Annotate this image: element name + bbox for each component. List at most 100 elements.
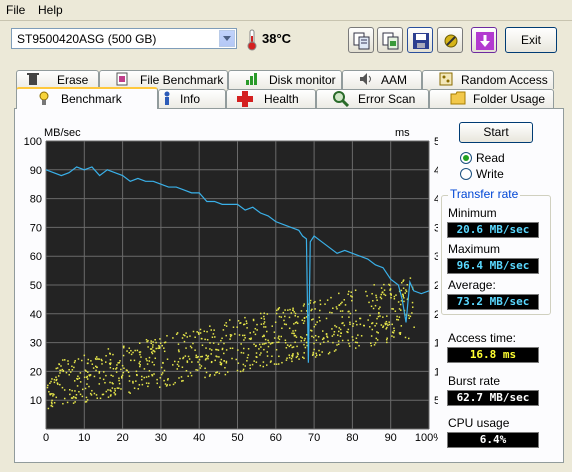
access-time-point <box>210 361 213 364</box>
access-time-point <box>180 376 183 378</box>
access-time-point <box>172 383 175 386</box>
tab-benchmark[interactable]: Benchmark <box>16 87 158 109</box>
read-radio-label: Read <box>476 151 505 165</box>
download-button[interactable] <box>471 27 497 53</box>
tab-health[interactable]: Health <box>226 89 316 108</box>
access-time-point <box>127 371 130 373</box>
access-time-point <box>181 380 183 382</box>
tab-info[interactable]: Info <box>158 89 226 108</box>
access-time-point <box>286 357 288 359</box>
access-time-point <box>103 371 105 373</box>
access-time-point <box>310 309 312 312</box>
access-time-point <box>336 308 338 310</box>
access-time-point <box>185 332 187 334</box>
access-time-point <box>260 323 263 325</box>
access-time-point <box>201 344 204 346</box>
access-time-point <box>370 335 373 337</box>
access-time-point <box>368 326 371 328</box>
access-time-point <box>282 311 285 314</box>
access-time-point <box>411 301 414 304</box>
access-time-point <box>243 339 245 341</box>
access-time-point <box>244 337 246 339</box>
y-tick-label-right: 25 <box>434 280 438 292</box>
access-time-point <box>319 320 321 322</box>
access-time-point <box>262 361 265 363</box>
access-time-point <box>339 328 342 331</box>
write-radio[interactable] <box>460 168 472 180</box>
y-tick-label-right: 40 <box>434 194 438 206</box>
exit-button[interactable]: Exit <box>505 27 557 53</box>
access-time-point <box>178 377 180 379</box>
access-time-point <box>284 309 286 311</box>
access-time-point <box>231 357 233 360</box>
access-time-point <box>338 327 341 329</box>
tab-info-label: Info <box>180 92 201 106</box>
access-time-point <box>61 368 64 371</box>
options-button[interactable] <box>437 27 463 53</box>
burst-rate-label: Burst rate <box>448 374 501 388</box>
access-time-point <box>112 353 114 356</box>
chevron-down-icon[interactable] <box>219 30 235 47</box>
folder-icon <box>450 91 466 105</box>
access-time-point <box>349 312 352 315</box>
access-time-point <box>259 354 261 356</box>
y-tick-label-right: 15 <box>434 338 438 350</box>
access-time-point <box>114 388 116 390</box>
access-time-point <box>210 329 212 331</box>
access-time-point <box>246 360 248 362</box>
access-time-point <box>380 293 383 296</box>
access-time-point <box>176 332 179 334</box>
access-time-point <box>393 327 395 330</box>
access-time-point <box>86 399 89 401</box>
x-tick-label: 20 <box>116 432 128 444</box>
access-time-point <box>109 389 111 391</box>
save-button[interactable] <box>407 27 433 53</box>
tab-folder-usage[interactable]: Folder Usage <box>429 89 554 108</box>
access-time-point <box>221 337 223 340</box>
tab-error-scan[interactable]: Error Scan <box>316 89 429 108</box>
access-time-point <box>281 361 283 364</box>
access-time-point <box>403 297 405 299</box>
access-time-point <box>195 354 198 357</box>
y-tick-label-left: 70 <box>30 222 42 234</box>
access-time-point <box>399 333 401 335</box>
access-time-point <box>297 353 299 356</box>
tab-disk-monitor[interactable]: Disk monitor <box>228 70 342 89</box>
access-time-point <box>369 342 372 344</box>
access-time-point <box>53 401 56 404</box>
read-radio[interactable] <box>460 152 472 164</box>
y-axis-label-right: ms <box>395 127 410 139</box>
access-time-point <box>147 375 150 378</box>
access-time-point <box>305 334 308 336</box>
access-time-point <box>206 356 209 358</box>
access-time-point <box>214 359 216 362</box>
tab-aam[interactable]: AAM <box>342 70 422 89</box>
tab-random-access[interactable]: Random Access <box>422 70 554 89</box>
access-time-point <box>76 385 79 387</box>
access-time-point <box>267 339 269 342</box>
start-button[interactable]: Start <box>459 122 533 143</box>
access-time-point <box>96 358 99 360</box>
access-time-point <box>356 341 358 344</box>
access-time-point <box>204 359 207 361</box>
access-time-point <box>223 342 225 345</box>
menu-file[interactable]: File <box>6 3 25 17</box>
access-time-point <box>376 317 378 320</box>
access-time-point <box>150 348 153 350</box>
access-time-point <box>250 338 252 341</box>
access-time-point <box>135 370 138 373</box>
y-tick-label-left: 30 <box>30 338 42 350</box>
copy-text-button[interactable] <box>348 27 374 53</box>
drive-select[interactable]: ST9500420ASG (500 GB) <box>11 28 237 49</box>
access-time-point <box>375 294 377 297</box>
x-tick-label: 0 <box>43 432 49 444</box>
tab-random-access-label: Random Access <box>461 73 548 87</box>
access-time-point <box>343 324 346 327</box>
access-time-point <box>225 360 228 363</box>
access-time-point <box>151 346 154 348</box>
access-time-point <box>351 299 353 302</box>
access-time-point <box>163 379 165 382</box>
menu-help[interactable]: Help <box>38 3 63 17</box>
copy-image-button[interactable] <box>377 27 403 53</box>
access-time-point <box>176 363 179 366</box>
